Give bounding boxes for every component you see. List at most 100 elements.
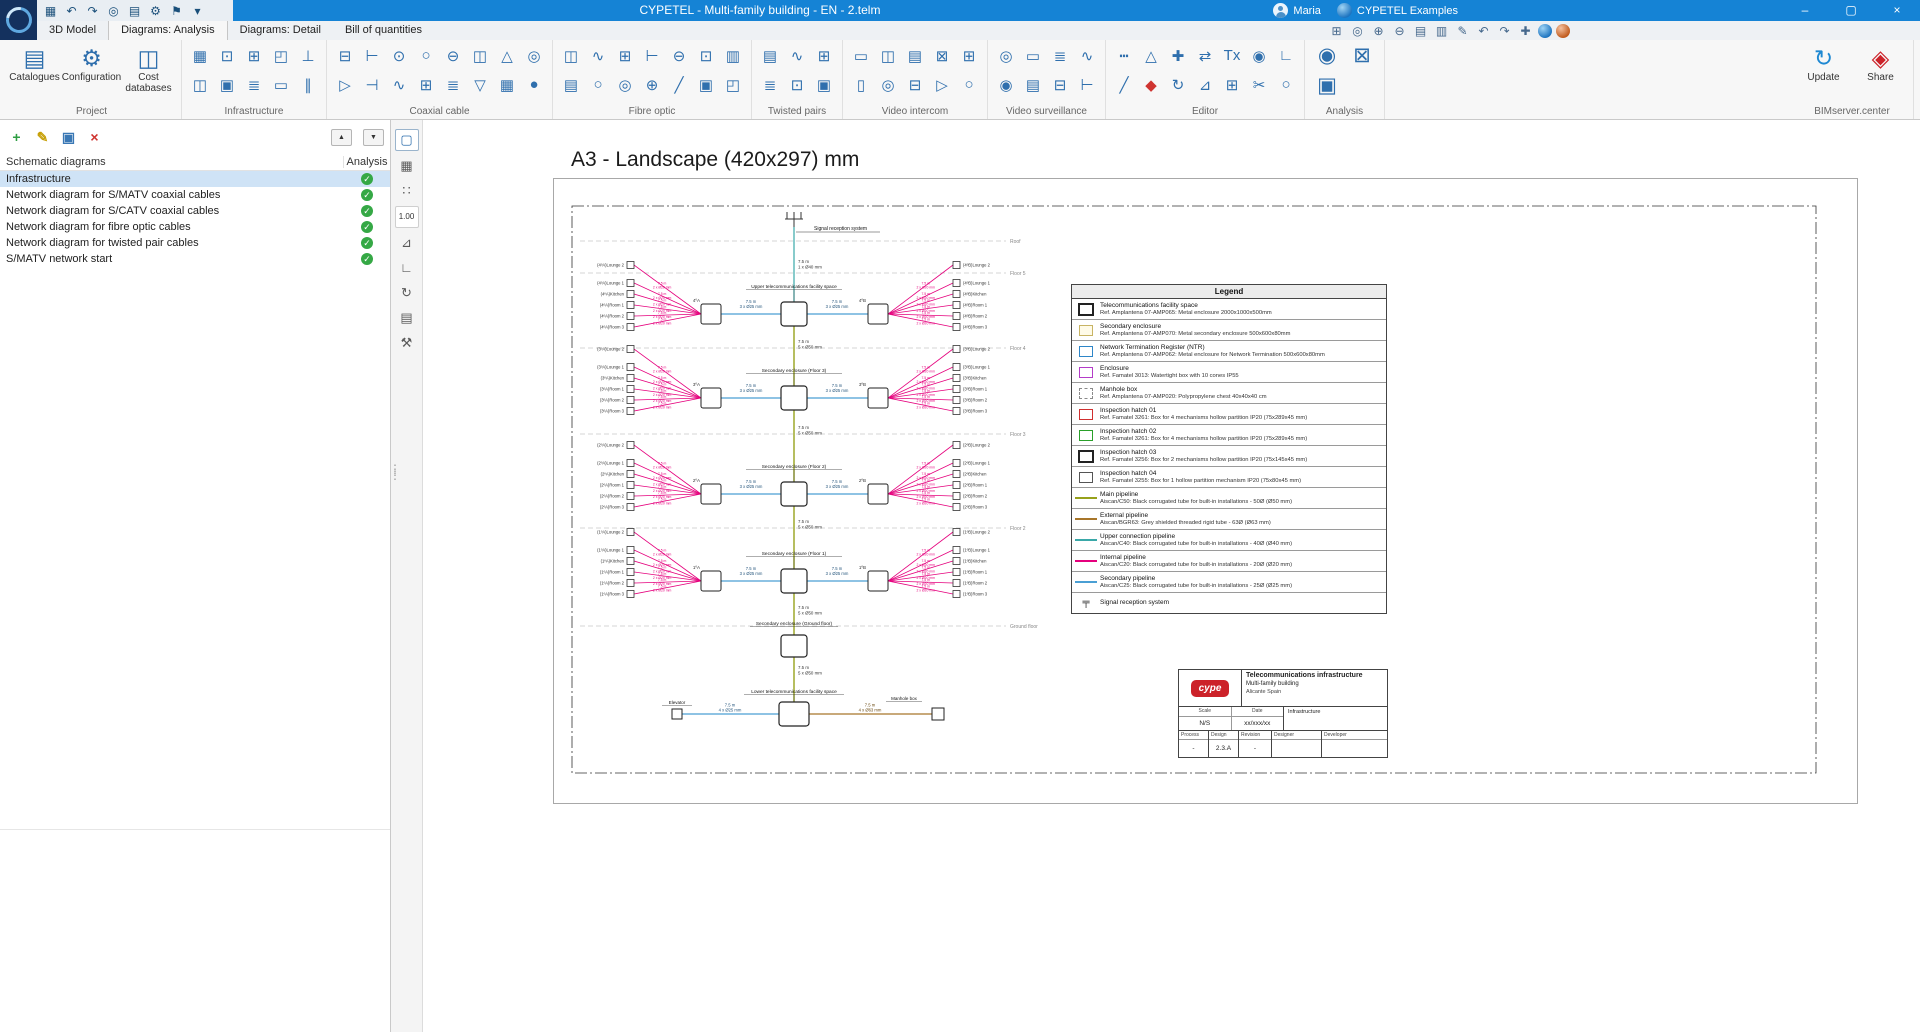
- monitor-icon[interactable]: ▭: [848, 42, 874, 69]
- cctv-camera-icon[interactable]: ◎: [993, 42, 1019, 69]
- settings-icon[interactable]: ⚙: [146, 4, 165, 18]
- fibre-cable-icon[interactable]: ∿: [585, 42, 611, 69]
- move-down-button[interactable]: ▼: [363, 128, 384, 146]
- room-outlet-box[interactable]: [952, 363, 961, 371]
- tools-icon[interactable]: ⚒: [396, 333, 418, 353]
- cabinet-icon[interactable]: ▣: [214, 71, 240, 98]
- headend-icon[interactable]: ⊟: [332, 42, 358, 69]
- room-outlet-box[interactable]: [952, 279, 961, 287]
- refresh-icon[interactable]: ↻: [396, 283, 418, 303]
- tv-outlet-icon[interactable]: ◎: [521, 42, 547, 69]
- grid-icon[interactable]: ▦: [396, 156, 418, 176]
- switch-icon[interactable]: ▤: [757, 42, 783, 69]
- redo-icon[interactable]: ↷: [83, 4, 102, 18]
- scale-icon[interactable]: ⊿: [1192, 71, 1218, 98]
- coax-cable-icon[interactable]: ∿: [386, 71, 412, 98]
- room-outlet-box[interactable]: [952, 441, 961, 449]
- room-outlet-box[interactable]: [952, 481, 961, 489]
- room-outlet-box[interactable]: [952, 345, 961, 353]
- cctv-power-icon[interactable]: ⊟: [1047, 71, 1073, 98]
- fibre-splitter-icon[interactable]: ⊢: [639, 42, 665, 69]
- patch-panel-icon[interactable]: ▤: [558, 71, 584, 98]
- copy-button[interactable]: ▣: [60, 128, 77, 146]
- conduit-icon[interactable]: ∥: [295, 71, 321, 98]
- room-outlet-box[interactable]: [952, 470, 961, 478]
- room-outlet-box[interactable]: [626, 557, 635, 565]
- diagram-row-network-diagram-for-s-catv-coaxial-cables[interactable]: Network diagram for S/CATV coaxial cable…: [0, 203, 390, 219]
- delete-button[interactable]: ×: [86, 128, 103, 146]
- eraser-icon[interactable]: ◆: [1138, 71, 1164, 98]
- room-outlet-box[interactable]: [952, 557, 961, 565]
- room-outlet-box[interactable]: [626, 261, 635, 269]
- coupler-icon[interactable]: ⊕: [639, 71, 665, 98]
- edit-icon[interactable]: ✎: [1454, 24, 1471, 38]
- coax-socket-icon[interactable]: ⊙: [386, 42, 412, 69]
- intercom-distributor-icon[interactable]: ⊞: [956, 42, 982, 69]
- drawing-page[interactable]: Roof Floor 5 Floor 4 Floor 3 Floor 2 Ground f…: [553, 178, 1858, 804]
- move-icon[interactable]: ✚: [1165, 42, 1191, 69]
- enclosure-icon[interactable]: ⊡: [214, 42, 240, 69]
- room-outlet-box[interactable]: [952, 312, 961, 320]
- catalogues-button[interactable]: ▤ Catalogues: [7, 42, 62, 94]
- room-outlet-box[interactable]: [626, 312, 635, 320]
- redo-icon[interactable]: ↷: [1496, 24, 1513, 38]
- enclosure-node[interactable]: [867, 387, 889, 409]
- terminal-box-icon[interactable]: ▥: [720, 42, 746, 69]
- tab-3d-model[interactable]: 3D Model: [37, 21, 108, 40]
- recorder-icon[interactable]: ▤: [1020, 71, 1046, 98]
- riser-shaft-icon[interactable]: ◰: [268, 42, 294, 69]
- building-icon[interactable]: ▦: [187, 42, 213, 69]
- bimserver-globe-icon[interactable]: [1538, 23, 1552, 38]
- room-outlet-box[interactable]: [952, 459, 961, 467]
- room-outlet-box[interactable]: [952, 385, 961, 393]
- room-outlet-box[interactable]: [626, 407, 635, 415]
- room-outlet-box[interactable]: [626, 492, 635, 500]
- distributor-icon[interactable]: ⊞: [413, 71, 439, 98]
- room-outlet-box[interactable]: [952, 492, 961, 500]
- room-outlet-box[interactable]: [626, 459, 635, 467]
- enclosure-node[interactable]: [700, 303, 722, 325]
- load-icon[interactable]: ●: [521, 71, 547, 98]
- lock-release-icon[interactable]: ⊠: [929, 42, 955, 69]
- room-outlet-box[interactable]: [626, 568, 635, 576]
- splitter-icon[interactable]: ⊢: [359, 42, 385, 69]
- circle-icon[interactable]: ○: [1273, 71, 1299, 98]
- account-button[interactable]: CYPETEL Examples: [1336, 3, 1458, 18]
- lower-facility-node[interactable]: [778, 701, 810, 727]
- drawing-canvas[interactable]: A3 - Landscape (420x297) mm Roof Floor 5 F…: [423, 120, 1920, 1032]
- bracket-icon[interactable]: ⊢: [1074, 71, 1100, 98]
- line-icon[interactable]: ╱: [1111, 71, 1137, 98]
- filter-icon[interactable]: ▽: [467, 71, 493, 98]
- diagram-row-infrastructure[interactable]: Infrastructure ✓: [0, 171, 390, 187]
- room-outlet-box[interactable]: [952, 374, 961, 382]
- door-station-icon[interactable]: ▯: [848, 71, 874, 98]
- update-available-icon[interactable]: [1556, 23, 1570, 38]
- room-outlet-box[interactable]: [952, 503, 961, 511]
- distribution-box-icon[interactable]: ⊞: [612, 42, 638, 69]
- room-outlet-box[interactable]: [626, 590, 635, 598]
- room-outlet-box[interactable]: [952, 579, 961, 587]
- edit-button[interactable]: ✎: [34, 128, 51, 146]
- adapter-icon[interactable]: ⊡: [693, 42, 719, 69]
- panel-splitter[interactable]: ⋮ ⋮: [389, 463, 401, 481]
- room-outlet-box[interactable]: [626, 301, 635, 309]
- room-outlet-box[interactable]: [952, 590, 961, 598]
- tab-diagrams-analysis[interactable]: Diagrams: Analysis: [108, 20, 228, 40]
- new-window-icon[interactable]: ⊞: [1328, 24, 1345, 38]
- fibre-connector-icon[interactable]: ○: [585, 71, 611, 98]
- fibre-attenuator-icon[interactable]: ⊖: [666, 42, 692, 69]
- snap-icon[interactable]: ∷: [396, 181, 418, 201]
- chamber-icon[interactable]: ▭: [268, 71, 294, 98]
- diagram-row-network-diagram-for-fibre-optic-cables[interactable]: Network diagram for fibre optic cables ✓: [0, 219, 390, 235]
- room-outlet-box[interactable]: [952, 407, 961, 415]
- configuration-button[interactable]: ⚙ Configuration: [62, 42, 121, 94]
- attenuator-icon[interactable]: ⊖: [440, 42, 466, 69]
- enclosure-node[interactable]: [700, 570, 722, 592]
- splice-box-icon[interactable]: ◫: [558, 42, 584, 69]
- cost-databases-button[interactable]: ◫ Cost databases: [121, 42, 176, 94]
- app-logo[interactable]: [0, 0, 37, 40]
- rotate-icon[interactable]: ↻: [1165, 71, 1191, 98]
- facility-space-icon[interactable]: ◫: [187, 71, 213, 98]
- room-outlet-box[interactable]: [952, 323, 961, 331]
- rosette-icon[interactable]: ◎: [612, 71, 638, 98]
